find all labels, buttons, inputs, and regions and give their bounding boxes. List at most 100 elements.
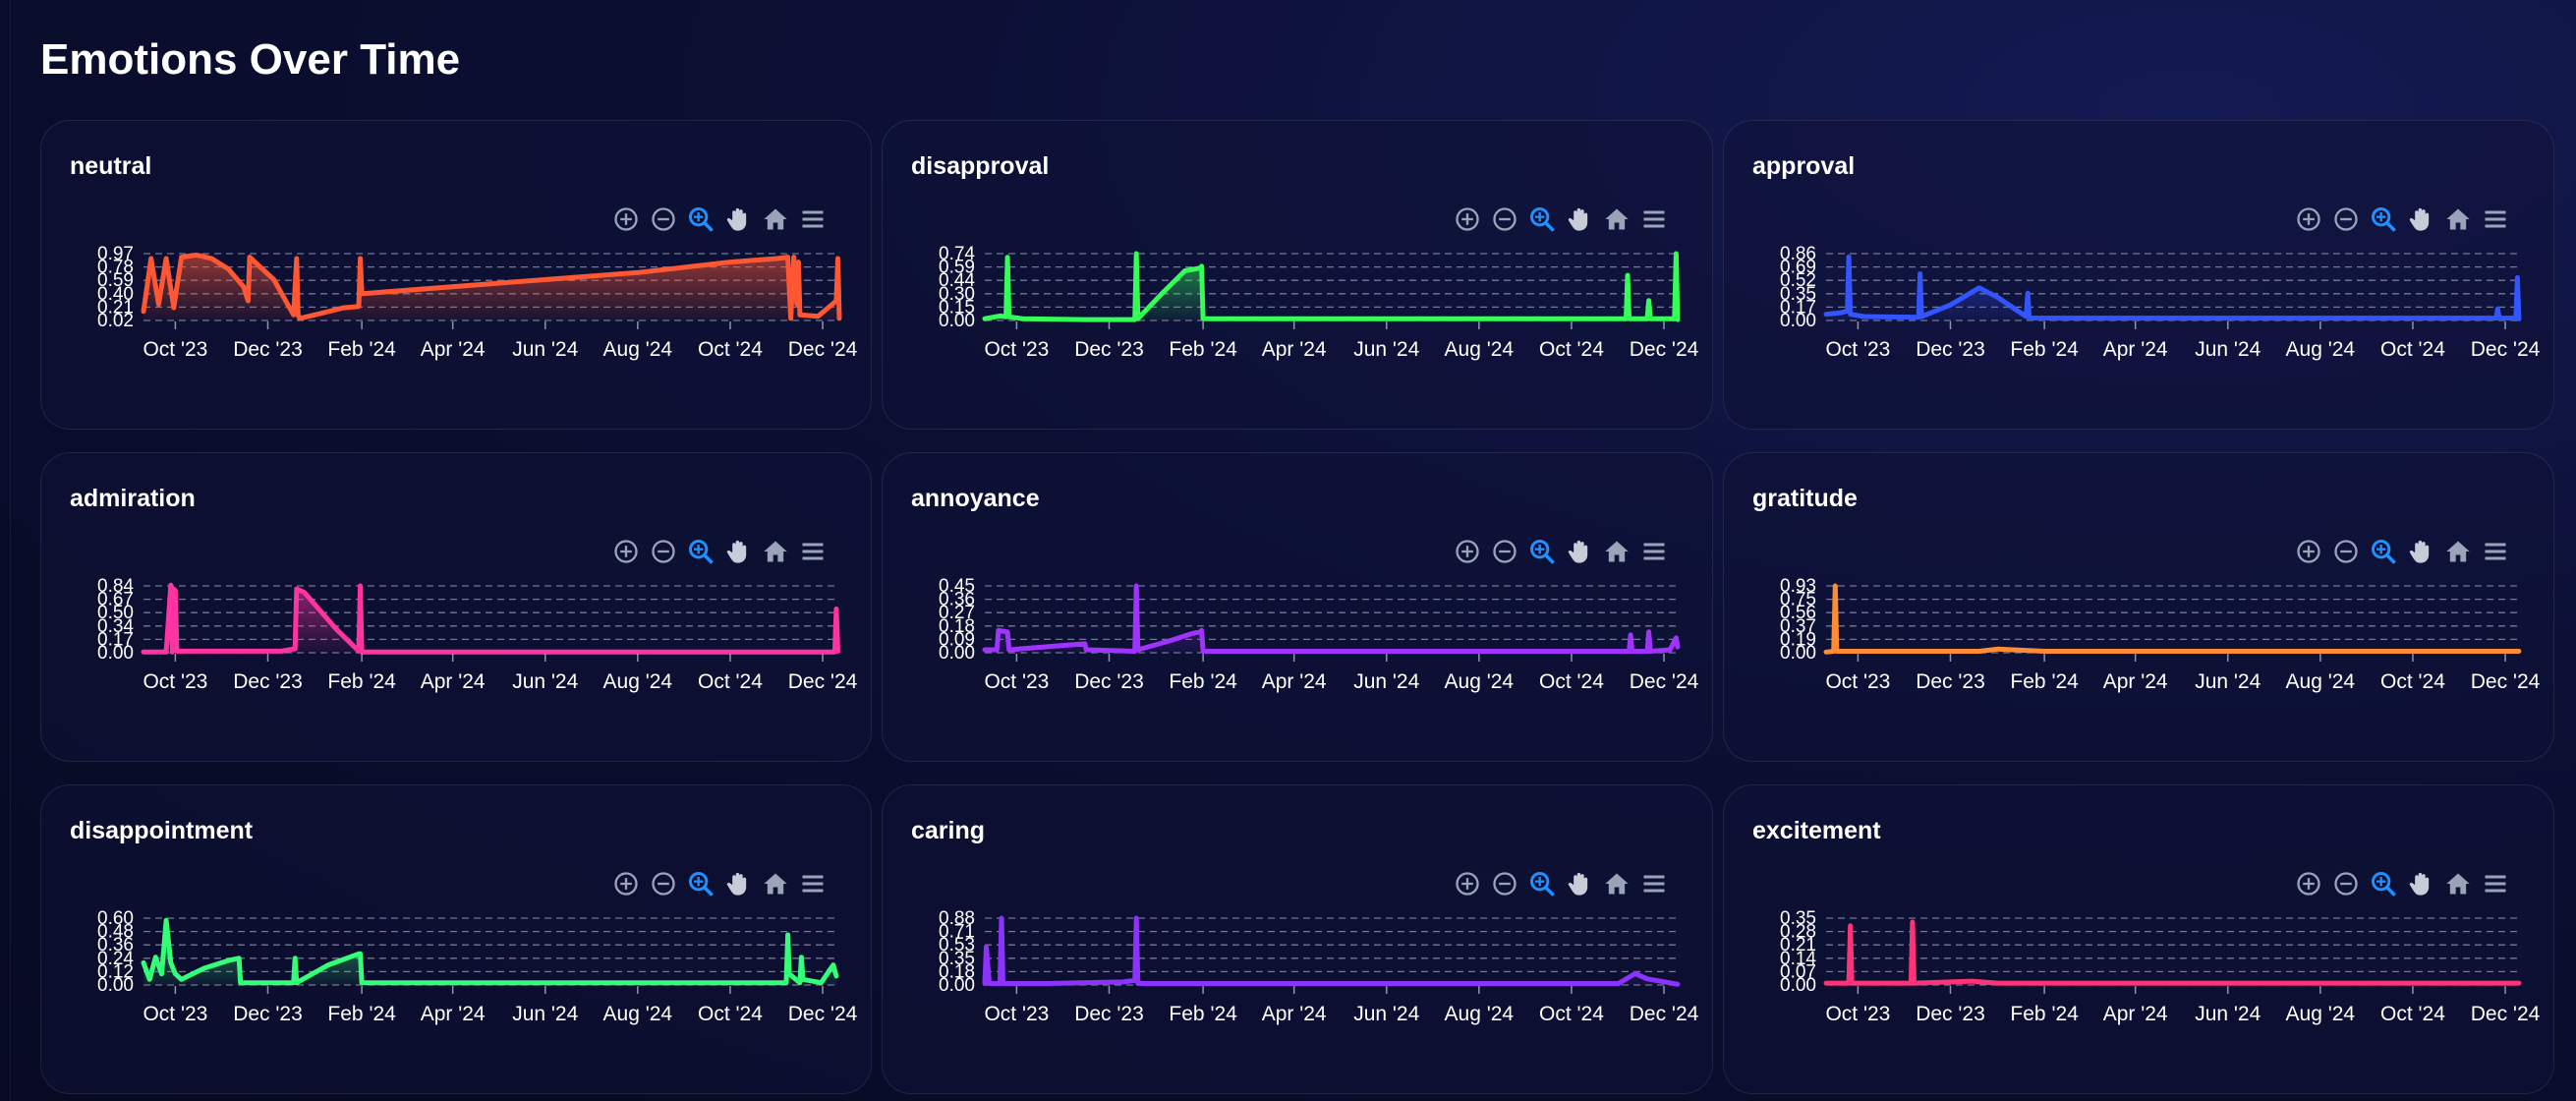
chart-card-excitement: excitement 0.35 0.28 0.21 0.14 0.07 0.00 Oct '2… — [1723, 784, 2554, 1094]
chart-admiration: 0.840.670.500.340.170.00Oct '23 Dec '23 Fe… — [97, 576, 858, 693]
x-tick-label: Dec '23 — [1916, 670, 1985, 693]
x-tick-label: Jun '24 — [1353, 670, 1419, 693]
x-tick-label: Jun '24 — [1353, 1003, 1419, 1025]
x-tick-label: Apr '24 — [421, 670, 486, 693]
page-title: Emotions Over Time — [40, 35, 461, 84]
series-line — [982, 915, 1681, 987]
x-tick-label: Oct '24 — [698, 1003, 763, 1025]
x-tick-label: Dec '24 — [1630, 338, 1699, 361]
y-tick-label: 0.00 — [97, 975, 134, 996]
series-area — [985, 918, 1678, 985]
chart-approval: 0.860.690.520.350.170.00Oct '23 Dec '23 Fe… — [1780, 244, 2541, 361]
x-tick-label: Dec '23 — [233, 338, 303, 361]
x-tick-label: Apr '24 — [421, 1003, 486, 1025]
y-tick-label: 0.00 — [1780, 975, 1816, 996]
chart-gratitude: 0.930.750.560.370.190.00Oct '23 Dec '23 Fe… — [1780, 576, 2541, 693]
chart-card-neutral: neutral 0.97 0.78 0.59 0.40 0.21 0.02 Oct '23 De… — [40, 120, 872, 430]
x-tick-label: Aug '24 — [603, 670, 673, 693]
x-tick-label: Oct '24 — [2380, 338, 2445, 361]
x-tick-label: Dec '24 — [788, 338, 858, 361]
x-tick-label: Aug '24 — [1445, 670, 1515, 693]
chart-card-disapproval: disapproval 0.74 0.59 0.44 0.30 0.15 0.00 Oct '… — [882, 120, 1713, 430]
chart-disappointment: 0.600.480.360.240.120.00Oct '23 Dec '23 Fe… — [97, 908, 858, 1025]
x-tick-label: Oct '24 — [1539, 338, 1604, 361]
chart-card-admiration: admiration 0.84 0.67 0.50 0.34 0.17 0.00 Oct '2… — [40, 452, 872, 762]
x-tick-label: Dec '23 — [233, 1003, 303, 1025]
x-tick-label: Oct '24 — [698, 670, 763, 693]
x-tick-label: Oct '24 — [1539, 1003, 1604, 1025]
y-tick-label: 0.00 — [939, 643, 975, 664]
y-tick-label: 0.00 — [1780, 643, 1816, 664]
x-tick-label: Aug '24 — [1445, 338, 1515, 361]
x-tick-label: Dec '24 — [1630, 670, 1699, 693]
x-tick-label: Feb '24 — [2010, 338, 2079, 361]
series-line — [1823, 254, 2522, 321]
x-tick-label: Feb '24 — [327, 1003, 396, 1025]
series-line — [141, 582, 840, 655]
y-tick-label: 0.00 — [939, 975, 975, 996]
x-tick-label: Jun '24 — [512, 338, 578, 361]
x-tick-label: Oct '23 — [984, 1003, 1049, 1025]
x-tick-label: Dec '23 — [1916, 1003, 1985, 1025]
chart-card-approval: approval 0.86 0.69 0.52 0.35 0.17 0.00 Oct '23 D… — [1723, 120, 2554, 430]
x-tick-label: Dec '23 — [1074, 1003, 1144, 1025]
x-tick-label: Apr '24 — [421, 338, 486, 361]
chart-card-disappointment: disappointment 0.60 0.48 0.36 0.24 0.12 0.00 Oc… — [40, 784, 872, 1094]
x-tick-label: Feb '24 — [2010, 1003, 2079, 1025]
x-tick-label: Feb '24 — [2010, 670, 2079, 693]
x-tick-label: Dec '23 — [1074, 670, 1144, 693]
y-tick-label: 0.00 — [1780, 311, 1816, 331]
chart-card-caring: caring 0.88 0.71 0.53 0.35 0.18 0.00 Oct '23 Dec… — [882, 784, 1713, 1094]
y-tick-label: 0.00 — [939, 311, 975, 331]
x-tick-label: Jun '24 — [2195, 1003, 2261, 1025]
dashboard-page: Emotions Over Time neutral 0.97 0.78 0.59 0.… — [10, 0, 2566, 1101]
x-tick-label: Apr '24 — [2103, 338, 2168, 361]
series-line — [1823, 583, 2522, 655]
x-tick-label: Dec '23 — [1074, 338, 1144, 361]
x-tick-label: Dec '24 — [788, 1003, 858, 1025]
x-tick-label: Oct '23 — [143, 1003, 207, 1025]
series-line — [982, 583, 1681, 654]
chart-disapproval: 0.740.590.440.300.150.00Oct '23 Dec '23 Fe… — [939, 244, 1699, 361]
y-tick-label: 0.00 — [97, 643, 134, 664]
series-area — [143, 585, 838, 653]
x-tick-label: Apr '24 — [1262, 670, 1327, 693]
x-tick-label: Oct '23 — [1825, 1003, 1890, 1025]
series-area — [985, 254, 1678, 320]
x-tick-label: Oct '24 — [2380, 1003, 2445, 1025]
x-tick-label: Jun '24 — [2195, 670, 2261, 693]
x-tick-label: Jun '24 — [1353, 338, 1419, 361]
x-tick-label: Oct '24 — [1539, 670, 1604, 693]
series-area — [1826, 586, 2519, 653]
chart-excitement: 0.350.280.210.140.070.00Oct '23 Dec '23 Fe… — [1780, 908, 2541, 1025]
x-tick-label: Dec '24 — [2471, 670, 2541, 693]
series-line — [141, 917, 839, 986]
x-tick-label: Jun '24 — [2195, 338, 2261, 361]
x-tick-label: Aug '24 — [603, 1003, 673, 1025]
x-tick-label: Dec '23 — [233, 670, 303, 693]
x-tick-label: Dec '24 — [2471, 1003, 2541, 1025]
x-tick-label: Oct '24 — [2380, 670, 2445, 693]
chart-annoyance: 0.450.360.270.180.090.00Oct '23 Dec '23 Fe… — [939, 576, 1699, 693]
x-tick-label: Feb '24 — [1169, 1003, 1237, 1025]
x-tick-label: Aug '24 — [1445, 1003, 1515, 1025]
chart-card-gratitude: gratitude 0.93 0.75 0.56 0.37 0.19 0.00 Oct '23… — [1723, 452, 2554, 762]
x-tick-label: Dec '24 — [2471, 338, 2541, 361]
chart-neutral: 0.970.780.590.400.210.02Oct '23 Dec '23 Fe… — [97, 244, 858, 361]
x-tick-label: Aug '24 — [2286, 338, 2356, 361]
x-tick-label: Feb '24 — [1169, 670, 1237, 693]
x-tick-label: Aug '24 — [603, 338, 673, 361]
x-tick-label: Feb '24 — [327, 670, 396, 693]
x-tick-label: Apr '24 — [1262, 1003, 1327, 1025]
series-area — [143, 920, 836, 985]
y-tick-label: 0.02 — [97, 311, 134, 331]
x-tick-label: Oct '23 — [984, 670, 1049, 693]
x-tick-label: Dec '24 — [1630, 1003, 1699, 1025]
x-tick-label: Aug '24 — [2286, 1003, 2356, 1025]
chart-card-annoyance: annoyance 0.45 0.36 0.27 0.18 0.09 0.00 Oct '23… — [882, 452, 1713, 762]
x-tick-label: Feb '24 — [327, 338, 396, 361]
x-tick-label: Aug '24 — [2286, 670, 2356, 693]
x-tick-label: Oct '23 — [1825, 670, 1890, 693]
x-tick-label: Oct '23 — [143, 670, 207, 693]
x-tick-label: Jun '24 — [512, 670, 578, 693]
